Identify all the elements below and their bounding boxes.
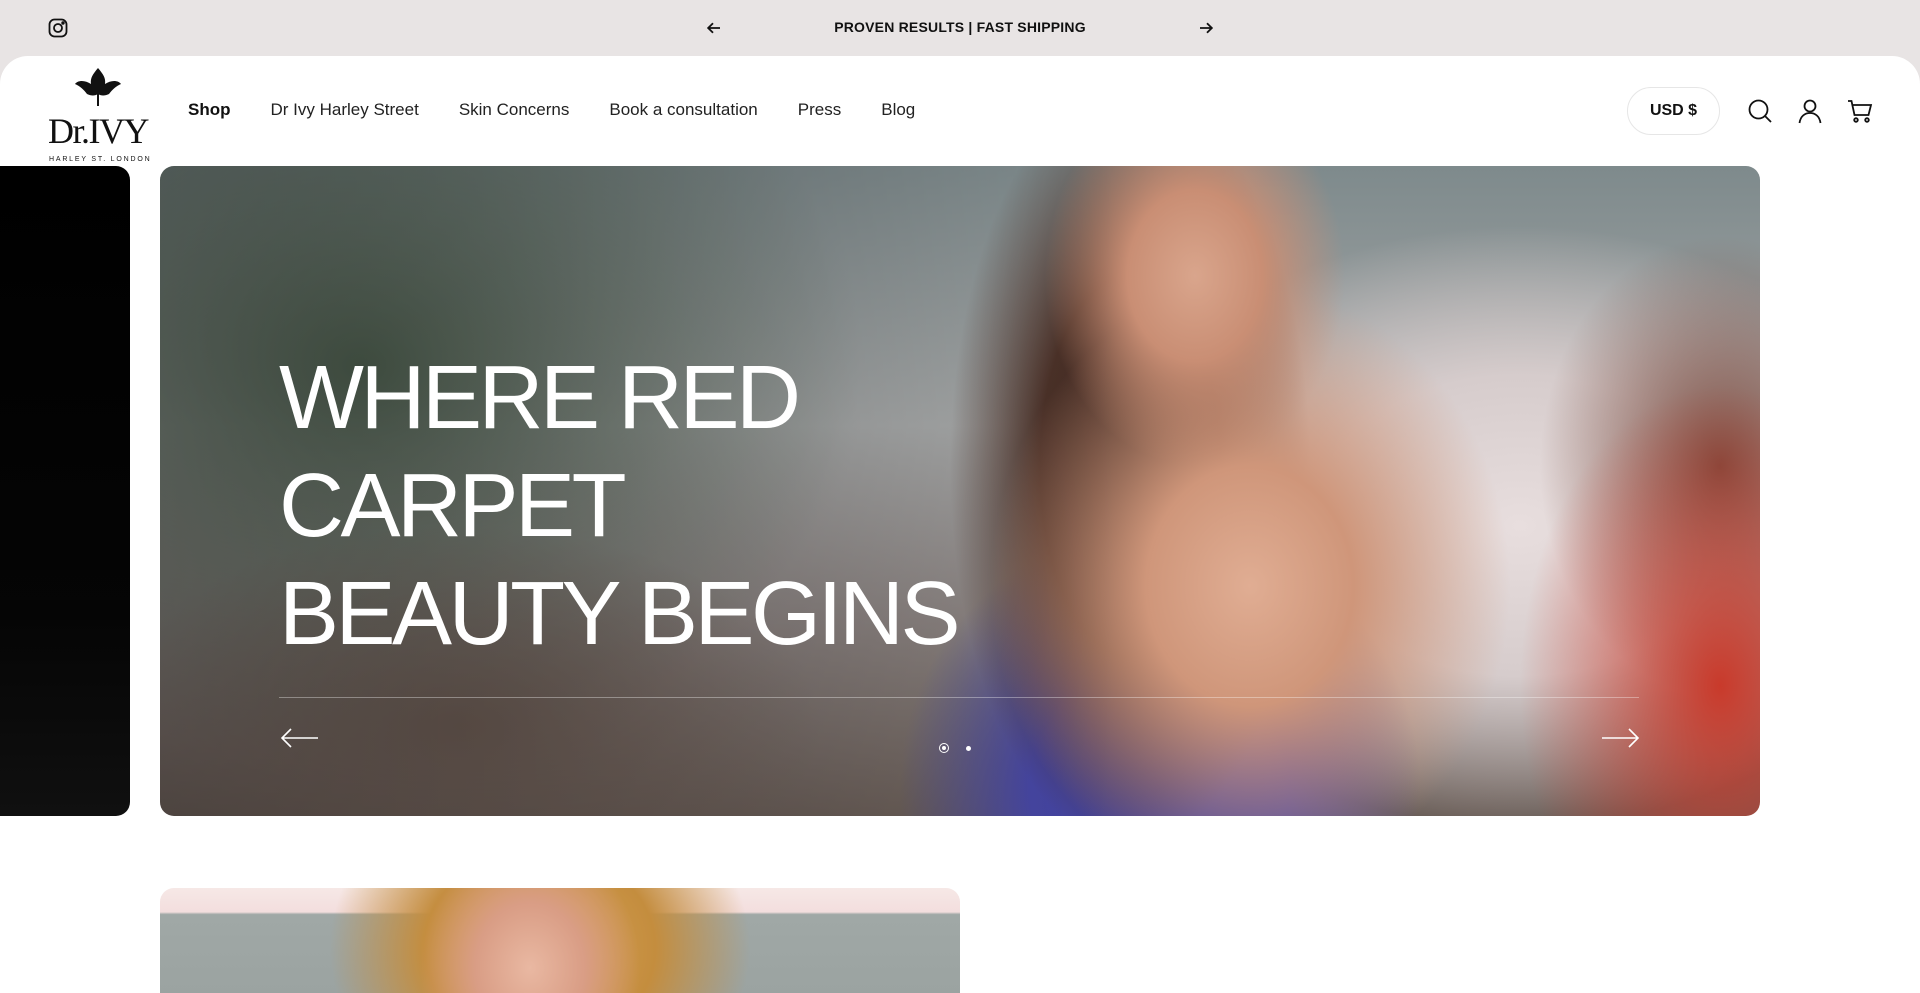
arrow-left-icon xyxy=(707,22,720,34)
hero-headline-line: CARPET xyxy=(279,456,627,556)
nav-item-skin-concerns[interactable]: Skin Concerns xyxy=(459,100,570,120)
main-nav: Shop Dr Ivy Harley Street Skin Concerns … xyxy=(188,100,915,120)
nav-item-shop[interactable]: Shop xyxy=(188,100,231,120)
hero-headline: WHERE RED CARPET BEAUTY BEGINS xyxy=(279,344,961,668)
hero-slide: WHERE RED CARPET BEAUTY BEGINS xyxy=(160,166,1760,816)
nav-item-dr-ivy-harley-street[interactable]: Dr Ivy Harley Street xyxy=(271,100,419,120)
announcement-message: PROVEN RESULTS | FAST SHIPPING xyxy=(834,19,1086,35)
currency-selector[interactable]: USD $ xyxy=(1627,87,1720,135)
long-arrow-right-icon xyxy=(1602,728,1640,748)
ivy-leaf-icon xyxy=(75,68,121,106)
cart-icon[interactable] xyxy=(1847,98,1873,124)
long-arrow-left-icon xyxy=(280,728,318,748)
hero-headline-line: WHERE RED xyxy=(279,348,801,448)
page-panel: Dr.IVY HARLEY ST. LONDON Shop Dr Ivy Har… xyxy=(0,56,1920,993)
logo-wordmark: Dr.IVY xyxy=(48,111,149,151)
hero-headline-line: BEAUTY BEGINS xyxy=(279,564,961,664)
arrow-right-icon xyxy=(1200,22,1213,34)
slide-dot-2[interactable] xyxy=(963,743,973,753)
announcement-prev-button[interactable] xyxy=(703,17,725,39)
account-icon[interactable] xyxy=(1797,98,1823,124)
hero-prev-button[interactable] xyxy=(280,726,320,750)
nav-item-blog[interactable]: Blog xyxy=(881,100,915,120)
announcement-bar: PROVEN RESULTS | FAST SHIPPING xyxy=(0,0,1920,56)
search-icon[interactable] xyxy=(1747,98,1773,124)
previous-slide-peek[interactable] xyxy=(0,166,130,816)
hero-divider xyxy=(279,697,1639,698)
nav-item-book-consultation[interactable]: Book a consultation xyxy=(609,100,757,120)
nav-item-press[interactable]: Press xyxy=(798,100,841,120)
slide-dot-1[interactable] xyxy=(939,743,949,753)
slide-pagination xyxy=(939,743,973,753)
logo-tagline: HARLEY ST. LONDON xyxy=(49,156,152,163)
site-logo[interactable]: Dr.IVY HARLEY ST. LONDON xyxy=(46,66,150,163)
promo-card-image[interactable] xyxy=(160,888,960,993)
hero-next-button[interactable] xyxy=(1600,726,1640,750)
announcement-next-button[interactable] xyxy=(1195,17,1217,39)
instagram-icon[interactable] xyxy=(48,18,68,38)
